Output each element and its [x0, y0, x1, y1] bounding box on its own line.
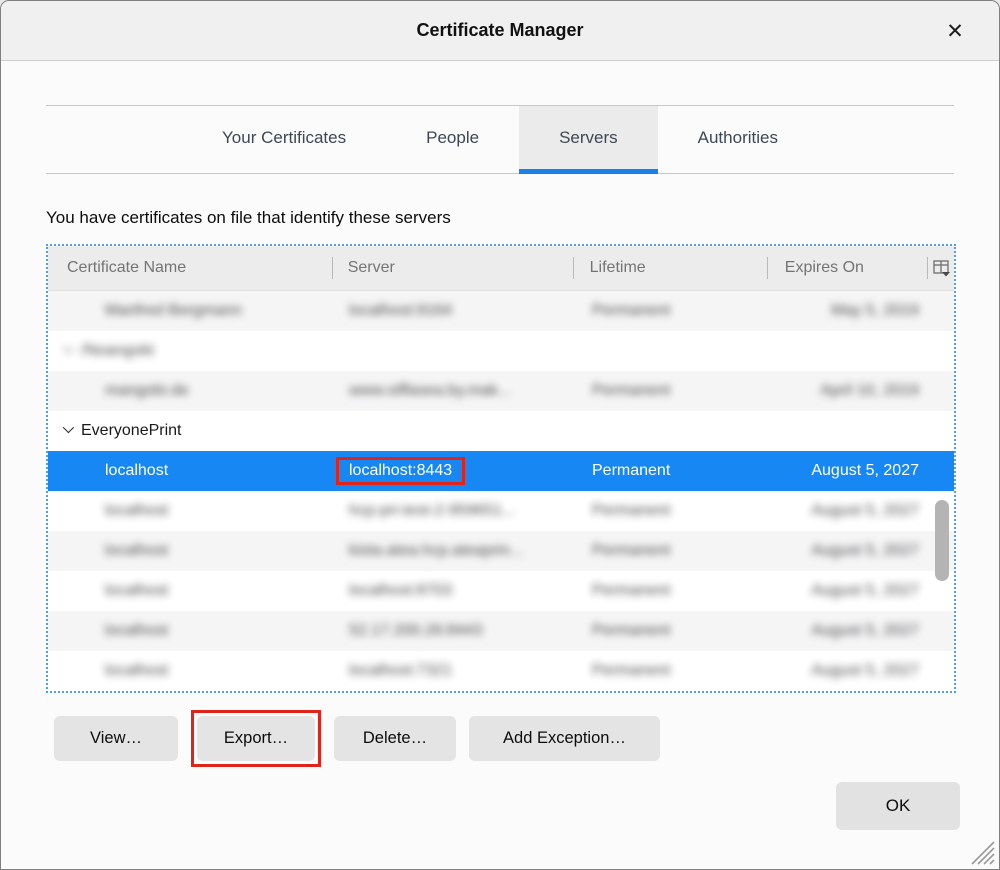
cell-lifetime: Permanent [575, 611, 770, 651]
group-label: /Noangobi [81, 342, 154, 360]
tab-servers[interactable]: Servers [519, 106, 658, 174]
cell-certificate-name: localhost [48, 611, 333, 651]
cell-expires-on: August 5, 2027 [770, 651, 931, 691]
table-row[interactable]: localhostlocalhost:8443 PermanentAugust 5… [48, 451, 954, 491]
cell-expires-on: August 5, 2027 [770, 491, 931, 531]
cell-server: localhost:9164 [333, 291, 575, 331]
chevron-down-icon[interactable] [63, 342, 74, 353]
cell-expires-on: August 5, 2027 [770, 531, 931, 571]
view-button[interactable]: View… [54, 716, 178, 761]
tab-your-certificates[interactable]: Your Certificates [182, 106, 386, 174]
cell-expires-on: August 5, 2027 [770, 611, 931, 651]
cell-lifetime: Permanent [575, 371, 770, 411]
tab-people[interactable]: People [386, 106, 519, 174]
column-header-lifetime[interactable]: Lifetime [573, 246, 767, 290]
column-header-expires-on[interactable]: Expires On [767, 246, 927, 290]
table-row[interactable]: mangobi.dewww.oiffasea.by.mak...Permanen… [48, 371, 954, 411]
close-icon[interactable]: ✕ [939, 15, 971, 47]
column-header-certificate-name[interactable]: Certificate Name [48, 246, 332, 290]
column-picker-icon [933, 260, 952, 277]
dialog-title: Certificate Manager [416, 20, 583, 41]
cell-server: kista.atea.hcp.ateaprin... [333, 531, 575, 571]
cell-certificate-name: localhost [48, 451, 333, 491]
cell-server: localhost:8703 [333, 571, 575, 611]
tab-strip: Your CertificatesPeopleServersAuthoritie… [46, 105, 954, 174]
column-header-server[interactable]: Server [332, 246, 573, 290]
cell-expires-on: August 5, 2027 [770, 571, 931, 611]
annotation-box-export: Export… [191, 710, 321, 767]
action-button-row: View… Export… Delete… Add Exception… [54, 710, 999, 767]
cell-server: hcp-pri-test-2-959651... [333, 491, 575, 531]
table-body: Manfred Bergmannlocalhost:9164PermanentM… [48, 291, 954, 691]
annotation-box-server: localhost:8443 [336, 457, 465, 485]
cell-certificate-name: Manfred Bergmann [48, 291, 333, 331]
cell-lifetime: Permanent [575, 571, 770, 611]
vertical-scrollbar-thumb[interactable] [935, 500, 949, 581]
table-row[interactable]: localhostlocalhost:8703PermanentAugust 5… [48, 571, 954, 611]
cell-certificate-name: localhost [48, 651, 333, 691]
certificate-table: Certificate NameServerLifetimeExpires On… [46, 244, 956, 693]
cell-expires-on: August 5, 2027 [770, 451, 931, 491]
column-picker-button[interactable] [927, 246, 954, 290]
tab-authorities[interactable]: Authorities [658, 106, 818, 174]
cell-server: 52.17.200.26:8443 [333, 611, 575, 651]
cell-lifetime: Permanent [575, 531, 770, 571]
cell-certificate-name: localhost [48, 491, 333, 531]
chevron-down-icon[interactable] [63, 422, 74, 433]
cell-certificate-name: localhost [48, 571, 333, 611]
table-row[interactable]: localhost52.17.200.26:8443PermanentAugus… [48, 611, 954, 651]
resize-grip-icon[interactable] [966, 837, 996, 865]
group-label: EveryonePrint [81, 422, 182, 440]
cell-expires-on: May 5, 2019 [770, 291, 931, 331]
cell-certificate-name: EveryonePrint [48, 411, 333, 451]
cell-lifetime: Permanent [575, 491, 770, 531]
title-bar: Certificate Manager ✕ [1, 1, 999, 61]
ok-button[interactable]: OK [836, 782, 960, 830]
cell-certificate-name: mangobi.de [48, 371, 333, 411]
export-button[interactable]: Export… [197, 716, 315, 761]
table-header: Certificate NameServerLifetimeExpires On [48, 246, 954, 291]
cell-server: localhost:7321 [333, 651, 575, 691]
table-row[interactable]: localhostkista.atea.hcp.ateaprin...Perma… [48, 531, 954, 571]
description-text: You have certificates on file that ident… [46, 208, 999, 228]
delete-button[interactable]: Delete… [334, 716, 456, 761]
table-row[interactable]: localhosthcp-pri-test-2-959651...Permane… [48, 491, 954, 531]
certificate-manager-dialog: Certificate Manager ✕ Your CertificatesP… [0, 0, 1000, 870]
table-row[interactable]: localhostlocalhost:7321PermanentAugust 5… [48, 651, 954, 691]
group-row-everyoneprint[interactable]: EveryonePrint [48, 411, 954, 451]
cell-server: www.oiffasea.by.mak... [333, 371, 575, 411]
add-exception-button[interactable]: Add Exception… [469, 716, 660, 761]
group-row-noangobi[interactable]: /Noangobi [48, 331, 954, 371]
cell-server: localhost:8443 [333, 451, 575, 491]
cell-certificate-name: /Noangobi [48, 331, 333, 371]
cell-lifetime: Permanent [575, 451, 770, 491]
cell-certificate-name: localhost [48, 531, 333, 571]
cell-lifetime: Permanent [575, 291, 770, 331]
table-row[interactable]: Manfred Bergmannlocalhost:9164PermanentM… [48, 291, 954, 331]
cell-expires-on: April 10, 2019 [770, 371, 931, 411]
cell-lifetime: Permanent [575, 651, 770, 691]
